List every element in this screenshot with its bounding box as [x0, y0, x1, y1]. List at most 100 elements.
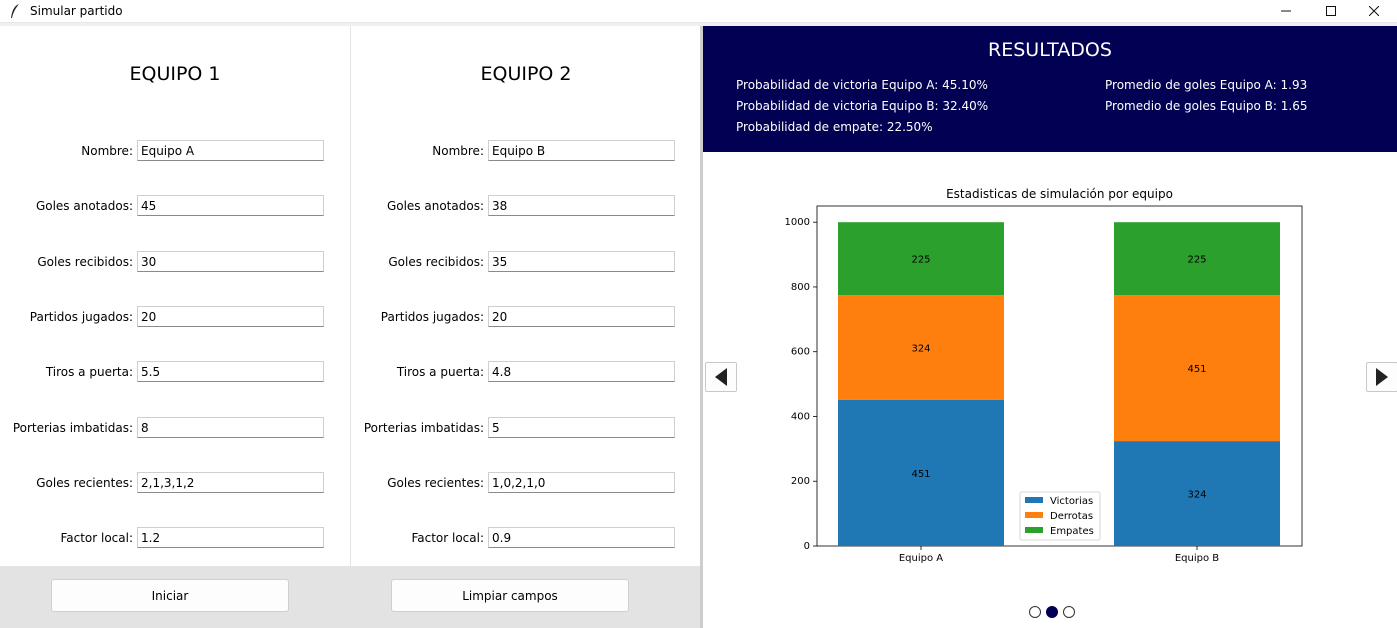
team-form-panel: EQUIPO 1 Nombre: Goles anotados: Goles rec…: [0, 26, 700, 628]
carousel-dot-2[interactable]: [1046, 606, 1058, 618]
bar-value-label: 225: [1187, 255, 1206, 266]
win-prob-a: Probabilidad de victoria Equipo A: 45.10…: [736, 78, 988, 92]
field-label: Nombre:: [432, 144, 484, 158]
field-label: Goles recientes:: [36, 476, 133, 490]
field-input[interactable]: [137, 140, 324, 161]
legend-swatch: [1025, 512, 1043, 518]
field-label: Goles recibidos:: [37, 255, 133, 269]
next-chart-button[interactable]: [1366, 362, 1397, 392]
prev-chart-button[interactable]: [705, 362, 737, 392]
avg-goals-a: Promedio de goles Equipo A: 1.93: [1105, 78, 1308, 92]
legend-swatch: [1025, 527, 1043, 533]
field-row: Tiros a puerta:: [0, 361, 350, 383]
x-tick-label: Equipo B: [1175, 553, 1219, 564]
field-row: Goles anotados:: [351, 195, 701, 217]
y-tick-label: 800: [791, 282, 810, 293]
field-row: Nombre:: [0, 140, 350, 162]
y-tick-label: 0: [804, 541, 810, 552]
field-input[interactable]: [137, 527, 324, 548]
field-row: Nombre:: [351, 140, 701, 162]
team2-form: EQUIPO 2 Nombre: Goles anotados: Goles rec…: [350, 26, 700, 566]
team1-title: EQUIPO 1: [129, 63, 221, 85]
field-input[interactable]: [488, 361, 675, 382]
legend-label: Empates: [1050, 526, 1094, 537]
legend-label: Victorias: [1050, 496, 1093, 507]
minimize-icon: [1281, 10, 1291, 12]
bar-value-label: 225: [911, 255, 930, 266]
field-label: Partidos jugados:: [380, 310, 484, 324]
field-input[interactable]: [137, 251, 324, 272]
y-tick-label: 200: [791, 476, 810, 487]
title-bar: Simular partido: [0, 0, 1397, 23]
field-label: Tiros a puerta:: [45, 365, 133, 379]
field-label: Nombre:: [81, 144, 133, 158]
field-label: Tiros a puerta:: [396, 365, 484, 379]
feather-icon: [11, 4, 19, 18]
field-row: Porterias imbatidas:: [351, 417, 701, 439]
team1-form: EQUIPO 1 Nombre: Goles anotados: Goles rec…: [0, 26, 350, 566]
avg-goals-b: Promedio de goles Equipo B: 1.65: [1105, 99, 1308, 113]
field-label: Factor local:: [60, 531, 133, 545]
field-label: Goles recientes:: [387, 476, 484, 490]
field-label: Goles recibidos:: [388, 255, 484, 269]
field-row: Goles recibidos:: [351, 251, 701, 273]
field-input[interactable]: [488, 527, 675, 548]
close-button[interactable]: [1351, 0, 1397, 22]
field-row: Tiros a puerta:: [351, 361, 701, 383]
field-row: Factor local:: [0, 527, 350, 549]
results-panel: RESULTADOS Probabilidad de victoria Equi…: [703, 26, 1397, 628]
window-title: Simular partido: [30, 4, 123, 18]
field-row: Factor local:: [351, 527, 701, 549]
field-label: Goles anotados:: [35, 199, 133, 213]
chart-title: Estadisticas de simulación por equipo: [946, 187, 1173, 201]
field-input[interactable]: [488, 140, 675, 161]
legend-label: Derrotas: [1050, 511, 1093, 522]
field-row: Porterias imbatidas:: [0, 417, 350, 439]
bar-value-label: 451: [1187, 364, 1206, 375]
field-label: Porterias imbatidas:: [363, 421, 484, 435]
close-icon: [1369, 6, 1379, 16]
clear-fields-button[interactable]: Limpiar campos: [391, 579, 629, 612]
minimize-button[interactable]: [1263, 0, 1309, 22]
y-tick-label: 600: [791, 347, 810, 358]
field-label: Partidos jugados:: [29, 310, 133, 324]
field-input[interactable]: [137, 306, 324, 327]
win-prob-b: Probabilidad de victoria Equipo B: 32.40…: [736, 99, 989, 113]
field-input[interactable]: [137, 472, 324, 493]
y-tick-label: 400: [791, 411, 810, 422]
start-button[interactable]: Iniciar: [51, 579, 289, 612]
bar-value-label: 324: [1187, 490, 1206, 501]
action-bar: Iniciar Limpiar campos: [0, 566, 700, 628]
field-input[interactable]: [137, 195, 324, 216]
field-input[interactable]: [488, 417, 675, 438]
bar-value-label: 324: [911, 344, 930, 355]
field-row: Goles recientes:: [351, 472, 701, 494]
field-row: Goles anotados:: [0, 195, 350, 217]
field-row: Goles recibidos:: [0, 251, 350, 273]
field-input[interactable]: [488, 306, 675, 327]
maximize-button[interactable]: [1308, 0, 1354, 22]
x-tick-label: Equipo A: [899, 553, 943, 564]
legend-swatch: [1025, 497, 1043, 503]
field-input[interactable]: [488, 195, 675, 216]
field-label: Goles anotados:: [386, 199, 484, 213]
carousel-dot-1[interactable]: [1029, 606, 1041, 618]
y-tick-label: 1000: [785, 217, 810, 228]
field-input[interactable]: [488, 472, 675, 493]
field-input[interactable]: [137, 417, 324, 438]
field-row: Partidos jugados:: [0, 306, 350, 328]
field-row: Partidos jugados:: [351, 306, 701, 328]
maximize-icon: [1326, 6, 1336, 16]
arrow-left-icon: [715, 368, 727, 386]
field-row: Goles recientes:: [0, 472, 350, 494]
results-header: RESULTADOS Probabilidad de victoria Equi…: [703, 26, 1397, 152]
field-input[interactable]: [488, 251, 675, 272]
draw-prob: Probabilidad de empate: 22.50%: [736, 120, 933, 134]
field-label: Porterias imbatidas:: [12, 421, 133, 435]
field-input[interactable]: [137, 361, 324, 382]
arrow-right-icon: [1376, 368, 1388, 386]
results-title: RESULTADOS: [988, 39, 1112, 61]
carousel-dot-3[interactable]: [1063, 606, 1075, 618]
bar-value-label: 451: [911, 469, 930, 480]
field-label: Factor local:: [411, 531, 484, 545]
